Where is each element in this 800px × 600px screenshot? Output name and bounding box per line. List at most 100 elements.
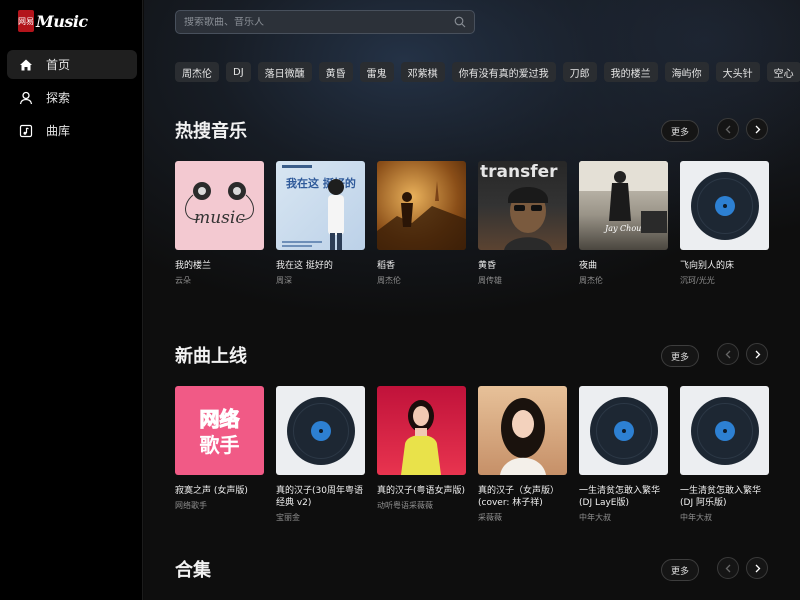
singer-red-cover[interactable] <box>377 386 466 475</box>
tag-chip[interactable]: 邓紫棋 <box>400 62 445 82</box>
tag-chip[interactable]: 周杰伦 <box>175 62 219 82</box>
cover-text: Jay Chou <box>603 224 641 233</box>
tag-chip[interactable]: 海屿你 <box>664 62 709 82</box>
song-artist[interactable]: 动听粤语采薇薇 <box>377 500 466 511</box>
song-title[interactable]: 真的汉子(粤语女声版) <box>377 485 466 497</box>
sidebar-item-explore[interactable]: 探索 <box>7 83 137 112</box>
vinyl-cover[interactable] <box>680 161 769 250</box>
logo-seal: 网易 <box>18 10 34 32</box>
vinyl-record-icon <box>690 396 759 465</box>
song-title[interactable]: 一生清贫怎敢入繁华 (DJ 阿乐版) <box>680 485 769 509</box>
song-card[interactable]: 一生清贫怎敢入繁华 (DJ LayE版) 中年大叔 <box>579 386 668 523</box>
song-artist[interactable]: 中年大叔 <box>680 512 769 523</box>
sidebar-item-home[interactable]: 首页 <box>7 50 137 79</box>
song-title[interactable]: 我的楼兰 <box>175 260 264 272</box>
sidebar-item-label: 首页 <box>46 58 71 72</box>
prev-arrow-button[interactable] <box>717 343 739 365</box>
singer-warm-cover[interactable] <box>478 386 567 475</box>
sidebar: 网易 Music 首页 探索 曲库 <box>0 0 143 600</box>
tag-chip[interactable]: 大头针 <box>715 62 760 82</box>
vinyl-record-icon <box>690 171 759 240</box>
song-card[interactable]: 飞向别人的床 沉珂/光光 <box>680 161 769 286</box>
sidebar-item-library[interactable]: 曲库 <box>7 116 137 145</box>
net-singer-cover[interactable]: 网络 歌手 <box>175 386 264 475</box>
section-hot-music: 热搜音乐 更多 music 我的楼兰 云朵 我在这 挺好的 我在这 挺好的 周深… <box>175 117 769 297</box>
app-logo[interactable]: 网易 Music <box>18 10 88 32</box>
chevron-left-icon <box>725 564 730 572</box>
more-button[interactable]: 更多 <box>661 345 699 367</box>
section-title: 合集 <box>175 560 211 581</box>
song-title[interactable]: 我在这 挺好的 <box>276 260 365 272</box>
song-card[interactable]: 稻香 周杰伦 <box>377 161 466 286</box>
home-icon <box>19 58 33 72</box>
song-artist[interactable]: 周杰伦 <box>579 275 668 286</box>
song-card[interactable]: 真的汉子(粤语女声版) 动听粤语采薇薇 <box>377 386 466 523</box>
cover-text: 网络 <box>200 407 240 431</box>
song-card[interactable]: 真的汉子（女声版）(cover: 林子祥) 采薇薇 <box>478 386 567 523</box>
tag-chip[interactable]: 你有没有真的爱过我 <box>451 62 556 82</box>
song-card[interactable]: 网络 歌手 寂寞之声 (女声版) 网络歌手 <box>175 386 264 523</box>
song-title[interactable]: 真的汉子(30周年粤语经典 v2) <box>276 485 365 509</box>
cover-text: 歌手 <box>200 433 240 457</box>
song-artist[interactable]: 周传雄 <box>478 275 567 286</box>
tag-chip[interactable]: 黄昏 <box>318 62 353 82</box>
user-icon <box>19 91 33 105</box>
song-artist[interactable]: 网络歌手 <box>175 500 264 511</box>
cover-text: music <box>194 208 245 228</box>
song-card[interactable]: 真的汉子(30周年粤语经典 v2) 宝丽金 <box>276 386 365 523</box>
tag-chip[interactable]: 空心 <box>766 62 800 82</box>
cover-text: transfer <box>480 162 558 182</box>
vinyl-cover[interactable] <box>276 386 365 475</box>
song-card[interactable]: transfer 黄昏 周传雄 <box>478 161 567 286</box>
song-title[interactable]: 寂寞之声 (女声版) <box>175 485 264 497</box>
search-icon[interactable] <box>454 16 466 28</box>
more-button[interactable]: 更多 <box>661 559 699 581</box>
painting-cover[interactable] <box>377 161 466 250</box>
tag-chip[interactable]: DJ <box>226 62 251 82</box>
tag-chip[interactable]: 落日微醺 <box>257 62 312 82</box>
hot-tags: 周杰伦 DJ 落日微醺 黄昏 雷鬼 邓紫棋 你有没有真的爱过我 刀郎 我的楼兰 … <box>175 62 800 82</box>
song-title[interactable]: 真的汉子（女声版）(cover: 林子祥) <box>478 485 567 509</box>
song-title[interactable]: 飞向别人的床 <box>680 260 769 272</box>
night-song-cover[interactable]: Jay Chou <box>579 161 668 250</box>
chevron-left-icon <box>725 350 730 358</box>
song-card[interactable]: music 我的楼兰 云朵 <box>175 161 264 286</box>
next-arrow-button[interactable] <box>746 343 768 365</box>
song-title[interactable]: 夜曲 <box>579 260 668 272</box>
chevron-right-icon <box>755 350 760 358</box>
song-title[interactable]: 黄昏 <box>478 260 567 272</box>
song-artist[interactable]: 中年大叔 <box>579 512 668 523</box>
search-input[interactable] <box>184 16 454 28</box>
tag-chip[interactable]: 刀郎 <box>562 62 597 82</box>
vinyl-record-icon <box>286 396 355 465</box>
portrait-cover[interactable]: 我在这 挺好的 <box>276 161 365 250</box>
prev-arrow-button[interactable] <box>717 118 739 140</box>
music-cassette-cover[interactable]: music <box>175 161 264 250</box>
more-button[interactable]: 更多 <box>661 120 699 142</box>
song-artist[interactable]: 宝丽金 <box>276 512 365 523</box>
next-arrow-button[interactable] <box>746 118 768 140</box>
section-title: 热搜音乐 <box>175 121 247 142</box>
cover-text: 我在这 挺好的 <box>286 176 356 190</box>
prev-arrow-button[interactable] <box>717 557 739 579</box>
song-card[interactable]: 一生清贫怎敢入繁华 (DJ 阿乐版) 中年大叔 <box>680 386 769 523</box>
sidebar-item-label: 探索 <box>46 91 71 105</box>
vinyl-cover[interactable] <box>579 386 668 475</box>
song-artist[interactable]: 采薇薇 <box>478 512 567 523</box>
song-title[interactable]: 一生清贫怎敢入繁华 (DJ LayE版) <box>579 485 668 509</box>
song-artist[interactable]: 周深 <box>276 275 365 286</box>
song-card[interactable]: Jay Chou 夜曲 周杰伦 <box>579 161 668 286</box>
section-title: 新曲上线 <box>175 346 247 367</box>
song-title[interactable]: 稻香 <box>377 260 466 272</box>
card-row: 网络 歌手 寂寞之声 (女声版) 网络歌手 真的汉子(30周年粤语经典 v2) … <box>175 386 769 523</box>
sidebar-nav: 首页 探索 曲库 <box>7 50 137 149</box>
song-artist[interactable]: 沉珂/光光 <box>680 275 769 286</box>
song-artist[interactable]: 周杰伦 <box>377 275 466 286</box>
tag-chip[interactable]: 我的楼兰 <box>603 62 658 82</box>
transfer-cover[interactable]: transfer <box>478 161 567 250</box>
song-card[interactable]: 我在这 挺好的 我在这 挺好的 周深 <box>276 161 365 286</box>
tag-chip[interactable]: 雷鬼 <box>359 62 394 82</box>
vinyl-cover[interactable] <box>680 386 769 475</box>
next-arrow-button[interactable] <box>746 557 768 579</box>
song-artist[interactable]: 云朵 <box>175 275 264 286</box>
